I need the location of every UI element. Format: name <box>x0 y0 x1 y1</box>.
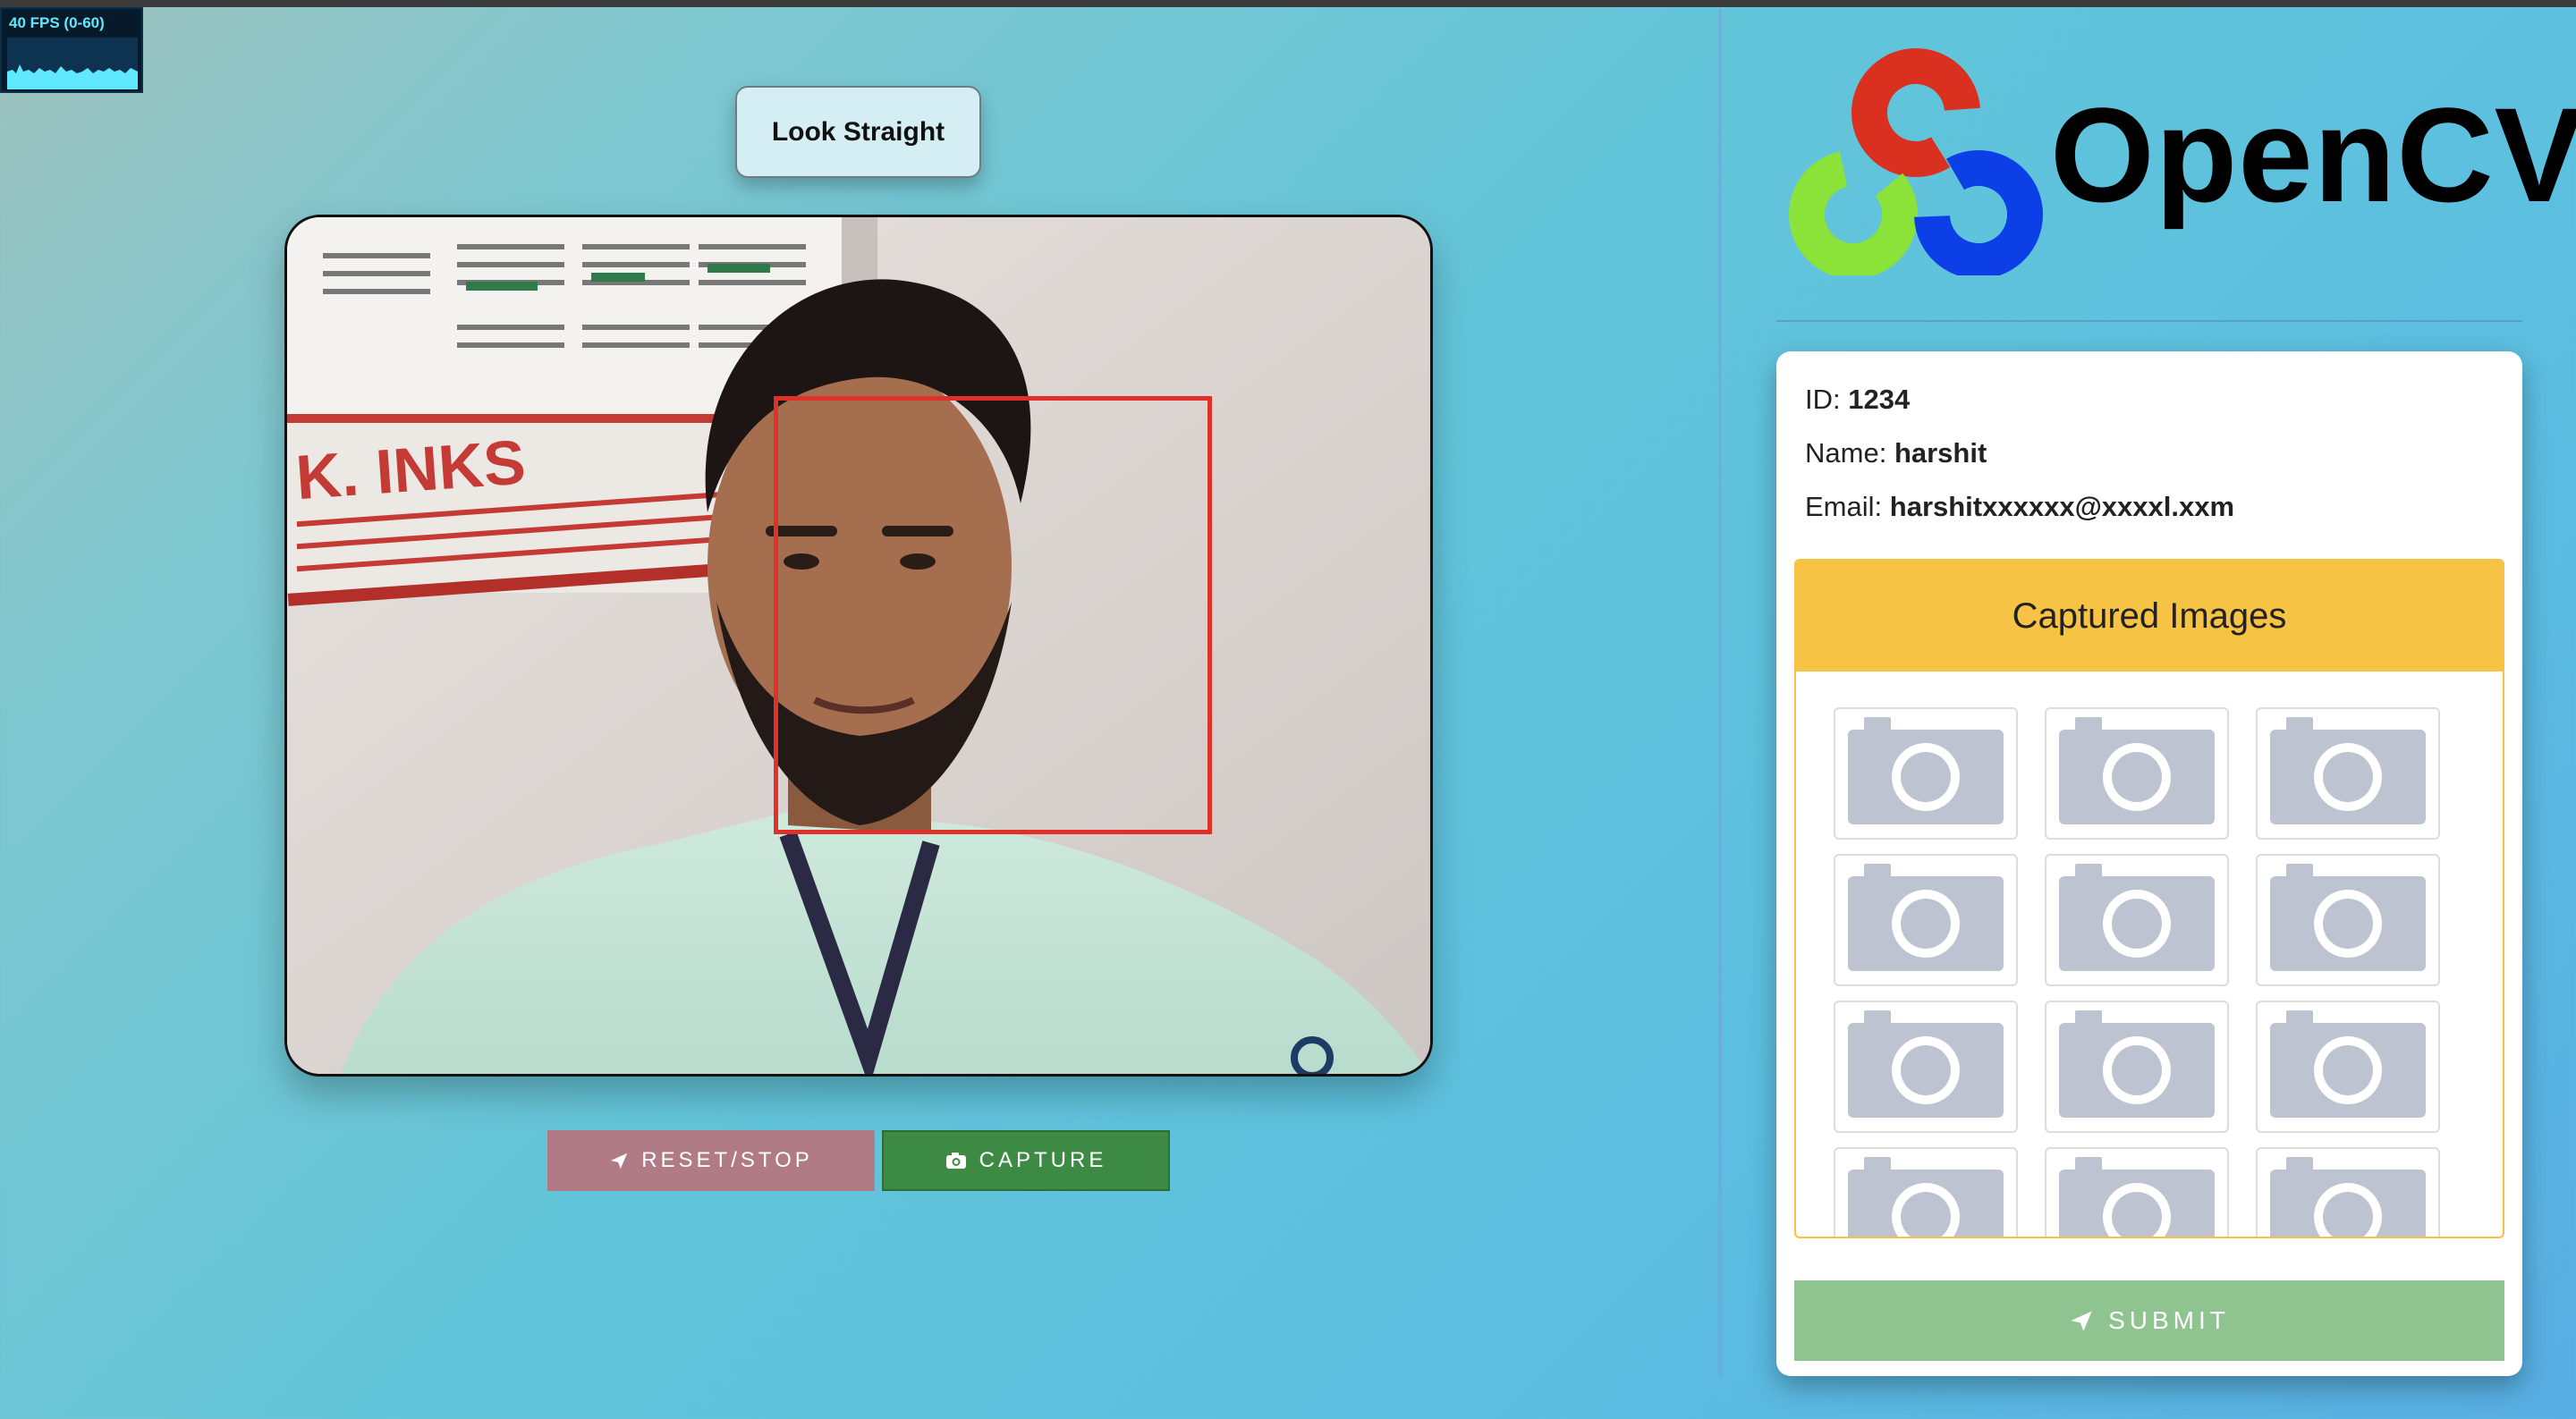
capture-button[interactable]: CAPTURE <box>882 1130 1170 1191</box>
user-id-row: ID: 1234 <box>1805 384 1910 416</box>
captured-image-placeholder <box>2045 854 2229 986</box>
camera-placeholder-icon <box>1848 864 2004 971</box>
paper-plane-icon <box>611 1153 628 1170</box>
camera-placeholder-icon <box>2270 864 2426 971</box>
captured-image-placeholder <box>1834 707 2018 840</box>
camera-placeholder-icon <box>2059 717 2215 824</box>
captured-image-placeholder <box>2045 1147 2229 1237</box>
captured-image-placeholder <box>2256 854 2440 986</box>
captured-images-title: Captured Images <box>1796 561 2503 671</box>
camera-placeholder-icon <box>2059 1157 2215 1237</box>
camera-placeholder-icon <box>1848 1010 2004 1118</box>
opencv-logo-mark <box>1789 48 2043 280</box>
camera-icon <box>945 1153 966 1169</box>
user-info-card: ID: 1234 Name: harshit Email: harshitxxx… <box>1776 351 2522 1376</box>
user-id-value: 1234 <box>1848 384 1911 415</box>
camera-placeholder-icon <box>2270 1157 2426 1237</box>
browser-top-bar <box>0 0 2576 7</box>
captured-image-placeholder <box>2256 707 2440 840</box>
reset-stop-label: RESET/STOP <box>641 1148 813 1172</box>
camera-placeholder-icon <box>2059 1010 2215 1118</box>
fps-meter: 40 FPS (0-60) <box>0 7 143 93</box>
camera-placeholder-icon <box>2059 864 2215 971</box>
captured-image-placeholder <box>2256 1147 2440 1237</box>
user-email-row: Email: harshitxxxxxx@xxxxl.xxm <box>1805 491 2234 523</box>
user-email-label: Email: <box>1805 491 1883 522</box>
reset-stop-button[interactable]: RESET/STOP <box>547 1130 875 1191</box>
opencv-logo: OpenCV <box>1789 43 2576 280</box>
header-separator <box>1776 320 2522 322</box>
captured-image-placeholder <box>1834 854 2018 986</box>
column-divider <box>1718 9 1722 1377</box>
user-name-label: Name: <box>1805 437 1887 469</box>
user-name-row: Name: harshit <box>1805 437 1987 469</box>
camera-placeholder-icon <box>1848 717 2004 824</box>
captured-image-placeholder <box>2256 1001 2440 1133</box>
captured-image-placeholder <box>1834 1001 2018 1133</box>
fps-graph <box>7 38 138 89</box>
face-detection-box <box>774 396 1212 834</box>
camera-placeholder-icon <box>1848 1157 2004 1237</box>
fps-label: 40 FPS (0-60) <box>9 14 105 31</box>
user-name-value: harshit <box>1894 437 1987 469</box>
opencv-logo-text: OpenCV <box>2050 80 2576 230</box>
captured-images-grid[interactable] <box>1796 671 2503 1237</box>
submit-button[interactable]: SUBMIT <box>1794 1280 2504 1361</box>
user-id-label: ID: <box>1805 384 1841 415</box>
paper-plane-icon <box>2071 1311 2092 1331</box>
captured-image-placeholder <box>2045 707 2229 840</box>
captured-images-panel: Captured Images <box>1794 559 2504 1238</box>
camera-placeholder-icon <box>2270 1010 2426 1118</box>
submit-label: SUBMIT <box>2108 1306 2230 1334</box>
captured-image-placeholder <box>1834 1147 2018 1237</box>
captured-image-placeholder <box>2045 1001 2229 1133</box>
capture-label: CAPTURE <box>979 1148 1107 1172</box>
camera-placeholder-icon <box>2270 717 2426 824</box>
pose-instruction: Look Straight <box>735 86 981 178</box>
webcam-video: K. INKS <box>284 215 1433 1077</box>
user-email-value: harshitxxxxxx@xxxxl.xxm <box>1889 491 2235 522</box>
